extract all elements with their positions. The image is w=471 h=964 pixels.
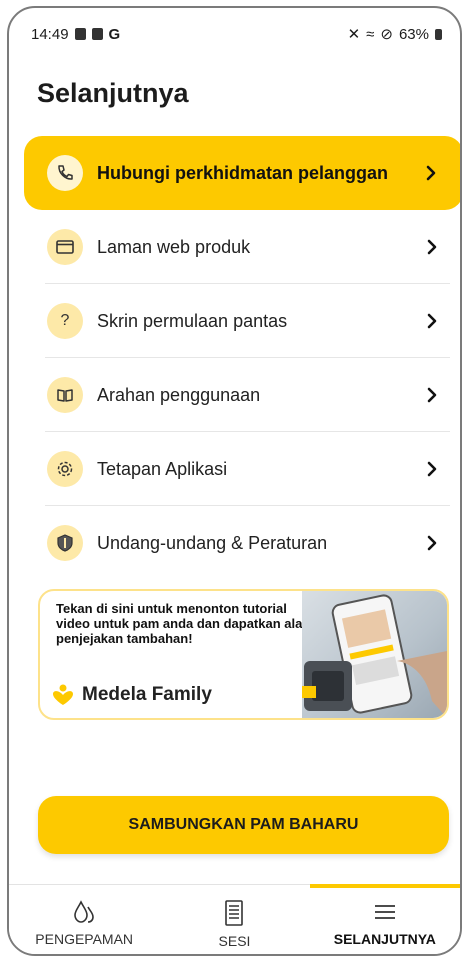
status-left: 14:49 G <box>31 26 120 43</box>
tab-label: SESI <box>218 933 251 949</box>
shield-icon <box>47 525 83 561</box>
chevron-right-icon <box>420 457 444 481</box>
brand-logo: Medela Family <box>50 683 212 707</box>
menu-item-instructions[interactable]: Arahan penggunaan <box>9 358 460 432</box>
battery-icon <box>435 28 442 40</box>
drops-icon <box>74 900 94 923</box>
status-bar: 14:49 G ✕ ≈ ⊘ 63% <box>31 22 442 46</box>
dnd-icon: ⊘ <box>380 26 393 43</box>
tab-label: PENGEPAMAN <box>35 931 134 947</box>
menu-item-quick-start[interactable]: ? Skrin permulaan pantas <box>9 284 460 358</box>
tab-label: SELANJUTNYA <box>333 931 436 947</box>
banner-text: Tekan di sini untuk menonton tutorial vi… <box>56 601 307 646</box>
chevron-right-icon <box>420 309 444 333</box>
menu-item-label: Skrin permulaan pantas <box>97 310 288 331</box>
menu-item-legal[interactable]: Undang-undang & Peraturan <box>9 506 460 580</box>
menu-item-label: Undang-undang & Peraturan <box>97 532 328 553</box>
medela-family-banner[interactable]: Tekan di sini untuk menonton tutorial vi… <box>38 589 449 720</box>
menu-list: Hubungi perkhidmatan pelanggan Laman web… <box>9 136 460 580</box>
notes-icon <box>225 900 244 926</box>
heart-logo-icon <box>53 684 73 705</box>
phone-frame: 14:49 G ✕ ≈ ⊘ 63% Selanjutnya Hubungi pe… <box>7 6 462 956</box>
browser-icon <box>47 229 83 265</box>
gear-icon <box>47 451 83 487</box>
menu-icon <box>374 905 395 919</box>
notification-icon <box>74 28 86 40</box>
brand-name: Medela Family <box>82 684 212 705</box>
tab-sessions[interactable]: SESI <box>159 885 309 954</box>
menu-item-label: Hubungi perkhidmatan pelanggan <box>97 162 389 183</box>
menu-item-customer-service[interactable]: Hubungi perkhidmatan pelanggan <box>24 136 460 210</box>
tab-pumping[interactable]: PENGEPAMAN <box>9 885 159 954</box>
question-icon: ? <box>47 303 83 339</box>
status-right: ✕ ≈ ⊘ 63% <box>348 25 442 43</box>
mute-icon: ✕ <box>347 26 361 43</box>
connect-new-pump-button[interactable]: SAMBUNGKAN PAM BAHARU <box>38 796 449 854</box>
chevron-right-icon <box>420 383 444 407</box>
battery-level: 63% <box>398 25 429 43</box>
menu-item-product-website[interactable]: Laman web produk <box>9 210 460 284</box>
page-title: Selanjutnya <box>37 78 189 108</box>
menu-item-app-settings[interactable]: Tetapan Aplikasi <box>9 432 460 506</box>
bottom-tab-bar: PENGEPAMAN SESI SELANJUTNYA <box>9 884 460 954</box>
google-icon: G <box>108 25 121 43</box>
phone-icon <box>47 155 83 191</box>
banner-image <box>302 591 447 718</box>
notification-icon-2 <box>91 28 103 40</box>
menu-item-label: Tetapan Aplikasi <box>97 458 228 479</box>
tab-more[interactable]: SELANJUTNYA <box>309 884 460 954</box>
chevron-right-icon <box>419 161 443 185</box>
chevron-right-icon <box>420 235 444 259</box>
wifi-icon: ≈ <box>366 25 375 43</box>
status-time: 14:49 <box>31 25 69 43</box>
chevron-right-icon <box>420 531 444 555</box>
menu-item-label: Arahan penggunaan <box>97 384 261 405</box>
menu-item-label: Laman web produk <box>97 236 251 257</box>
book-icon <box>47 377 83 413</box>
